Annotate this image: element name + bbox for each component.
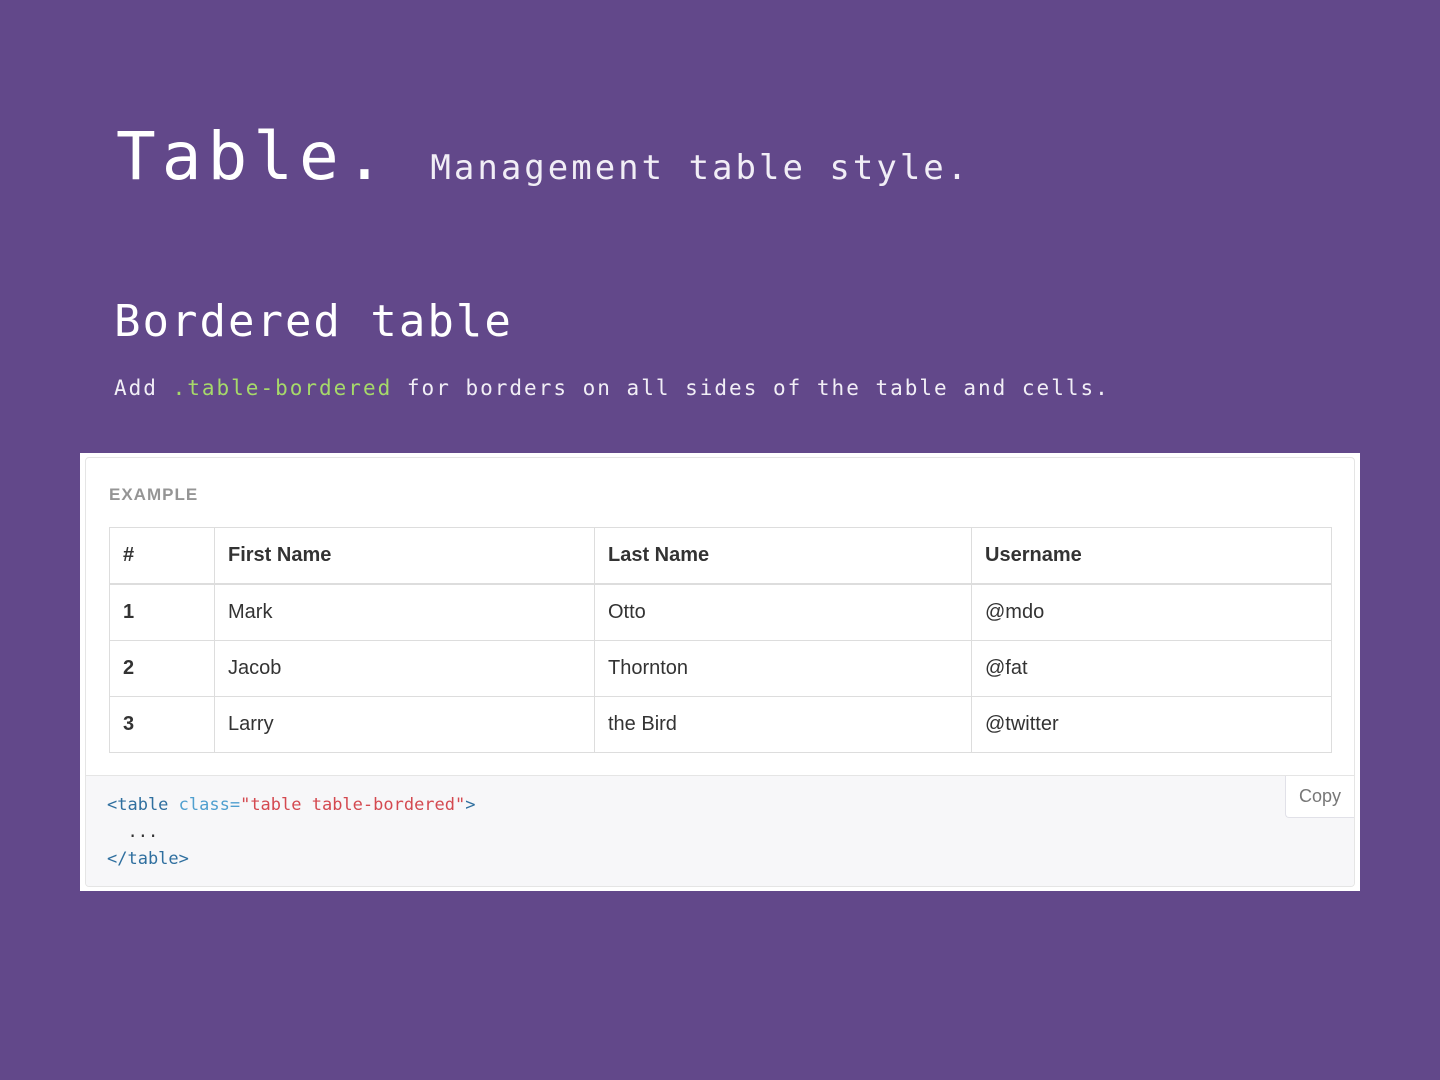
code-snippet: <table class="table table-bordered"> ...…	[86, 775, 1354, 886]
code-value: "table table-bordered"	[240, 795, 466, 815]
table-cell: the Bird	[594, 696, 972, 753]
table-header-row: # First Name Last Name Username	[109, 527, 1332, 585]
table-cell: Larry	[214, 696, 595, 753]
column-header: Last Name	[594, 527, 972, 585]
table-row: 3 Larry the Bird @twitter	[109, 696, 1332, 753]
table-cell: Otto	[594, 583, 972, 641]
table-cell: @mdo	[971, 583, 1332, 641]
table-cell: Mark	[214, 583, 595, 641]
code-end-tag: </table>	[107, 849, 189, 869]
column-header: First Name	[214, 527, 595, 585]
table-cell: @twitter	[971, 696, 1332, 753]
table-row: 1 Mark Otto @mdo	[109, 583, 1332, 641]
desc-suffix: for borders on all sides of the table an…	[406, 376, 1110, 400]
table-cell: Jacob	[214, 640, 595, 697]
code-ellipsis: ...	[107, 822, 159, 842]
title-main: Table.	[116, 118, 391, 195]
section-description: Add .table-bordered for borders on all s…	[114, 376, 1110, 400]
table-row: 2 Jacob Thornton @fat	[109, 640, 1332, 697]
table-cell: @fat	[971, 640, 1332, 697]
bordered-table: # First Name Last Name Username 1 Mark O…	[109, 527, 1332, 753]
column-header: #	[109, 527, 215, 585]
copy-button[interactable]: Copy	[1285, 776, 1354, 818]
code-bracket: >	[465, 795, 476, 815]
desc-prefix: Add	[114, 376, 158, 400]
example-container: EXAMPLE # First Name Last Name Username …	[80, 453, 1360, 891]
table-cell: 1	[109, 583, 215, 641]
desc-code: .table-bordered	[172, 376, 393, 400]
code-attr: class=	[168, 795, 241, 815]
example-label: EXAMPLE	[109, 485, 199, 504]
page-title: Table. Management table style.	[116, 118, 970, 195]
table-cell: Thornton	[594, 640, 972, 697]
example-panel: EXAMPLE # First Name Last Name Username …	[85, 457, 1355, 887]
section-title: Bordered table	[114, 296, 513, 347]
column-header: Username	[971, 527, 1332, 585]
table-cell: 3	[109, 696, 215, 753]
table-cell: 2	[109, 640, 215, 697]
title-subtitle: Management table style.	[430, 148, 971, 188]
code-open-tag: <table	[107, 795, 169, 815]
